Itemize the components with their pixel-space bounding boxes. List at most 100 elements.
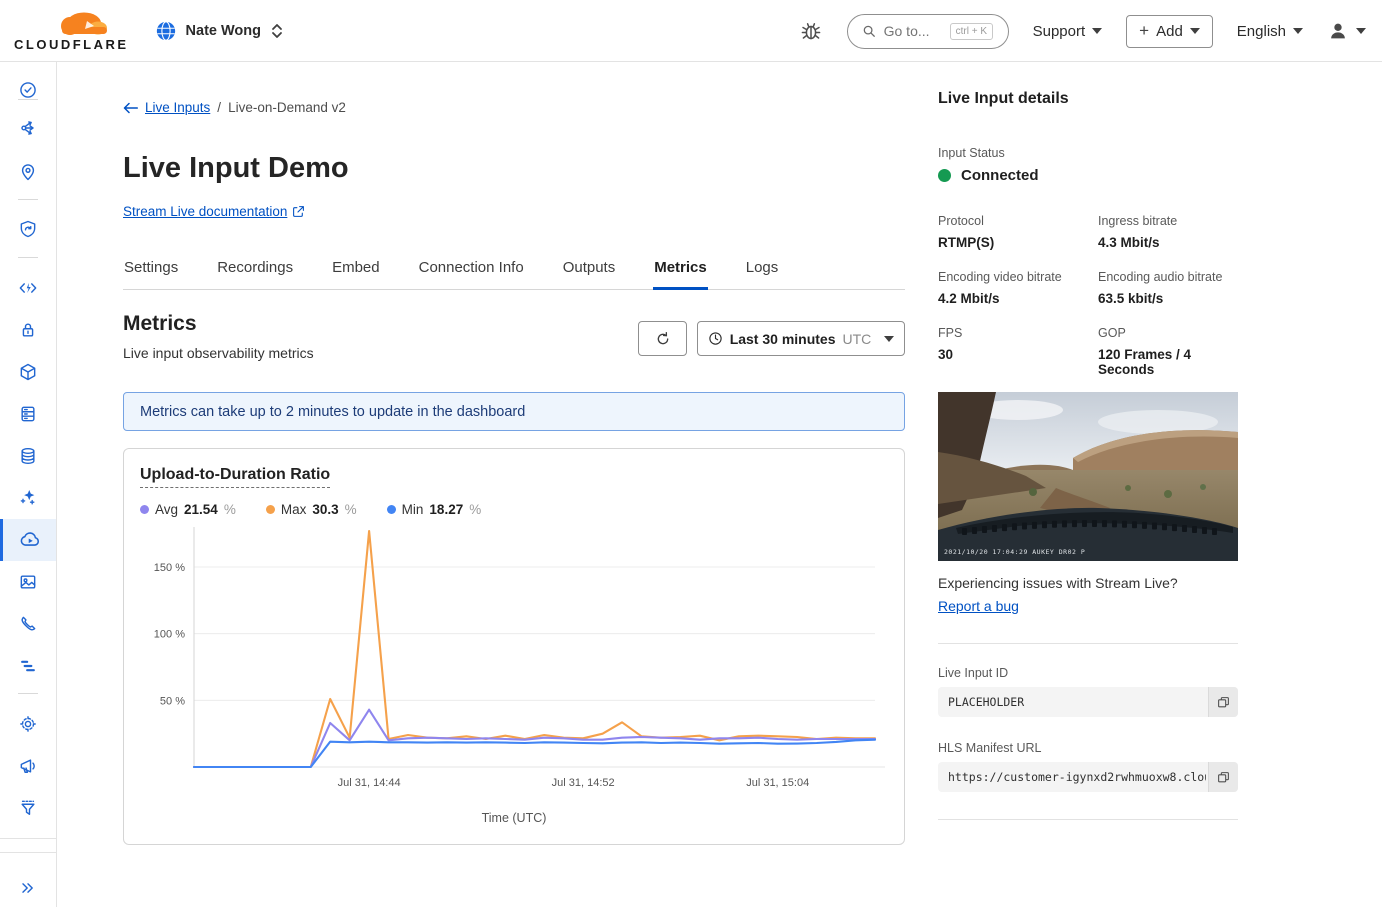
chart-x-axis-label: Time (UTC) — [140, 811, 888, 825]
hls-manifest-label: HLS Manifest URL — [938, 741, 1238, 755]
support-label: Support — [1033, 23, 1086, 40]
sidebar-item-images[interactable] — [0, 561, 56, 603]
legend-dot-max — [266, 505, 275, 514]
info-banner-text: Metrics can take up to 2 minutes to upda… — [140, 404, 525, 420]
search-icon — [862, 24, 876, 38]
sidebar-item-ai[interactable] — [0, 477, 56, 519]
caret-down-icon — [1356, 28, 1366, 34]
sidebar-divider — [18, 99, 38, 100]
documentation-link-row: Stream Live documentation — [123, 204, 305, 219]
detail-cell-protocol: Protocol RTMP(S) — [938, 214, 1098, 250]
tab-connection-info[interactable]: Connection Info — [418, 246, 525, 289]
stream-docs-link[interactable]: Stream Live documentation — [123, 204, 287, 219]
copy-input-id-button[interactable] — [1208, 687, 1238, 717]
add-label: Add — [1156, 23, 1183, 40]
legend-value: 21.54 — [184, 502, 218, 517]
sidebar-footer-divider — [0, 838, 56, 839]
clock-check-icon — [18, 80, 38, 100]
sidebar-item-stream[interactable] — [0, 519, 56, 561]
images-icon — [18, 572, 38, 592]
cube-icon — [18, 362, 38, 382]
tab-logs[interactable]: Logs — [745, 246, 780, 289]
refresh-button[interactable] — [638, 321, 687, 356]
cloudflare-wordmark: CLOUDFLARE — [14, 37, 129, 52]
caret-down-icon — [1190, 28, 1200, 34]
status-dot-icon — [938, 169, 951, 182]
legend-label: Min — [402, 502, 424, 517]
refresh-icon — [655, 331, 671, 347]
legend-suffix: % — [224, 502, 236, 517]
sidebar-item-announce[interactable] — [0, 745, 56, 787]
time-range-dropdown[interactable]: Last 30 minutes UTC — [697, 321, 905, 356]
page-title: Live Input Demo — [123, 152, 349, 185]
sidebar-collapse-toggle[interactable] — [0, 867, 56, 909]
detail-label: Ingress bitrate — [1098, 214, 1238, 228]
copy-icon — [1217, 696, 1230, 709]
sidebar-item-settings[interactable] — [0, 703, 56, 745]
tab-recordings[interactable]: Recordings — [216, 246, 294, 289]
copy-icon — [1217, 771, 1230, 784]
chart-title[interactable]: Upload-to-Duration Ratio — [140, 466, 330, 488]
search-input[interactable] — [884, 23, 942, 39]
detail-label: Encoding audio bitrate — [1098, 270, 1238, 284]
legend-label: Avg — [155, 502, 178, 517]
external-link-icon — [292, 205, 305, 218]
sidebar-item-calls[interactable] — [0, 603, 56, 645]
user-menu[interactable] — [1327, 20, 1366, 42]
global-search[interactable]: ctrl + K — [847, 14, 1009, 49]
clock-icon — [708, 331, 723, 346]
metrics-subheading: Live input observability metrics — [123, 345, 314, 361]
tab-embed[interactable]: Embed — [331, 246, 381, 289]
legend-value: 18.27 — [429, 502, 463, 517]
sidebar-item-shield[interactable] — [0, 208, 56, 250]
code-bolt-icon — [18, 278, 38, 298]
legend-suffix: % — [469, 502, 481, 517]
bug-report-icon[interactable] — [799, 18, 823, 44]
legend-item-min: Min 18.27 % — [387, 502, 482, 517]
cloudflare-logo[interactable]: CLOUDFLARE — [14, 11, 129, 52]
info-banner: Metrics can take up to 2 minutes to upda… — [123, 392, 905, 431]
sidebar-item-funnel[interactable] — [0, 787, 56, 829]
sidebar-item-map-pin[interactable] — [0, 151, 56, 193]
lock-icon — [18, 320, 38, 340]
detail-value: RTMP(S) — [938, 235, 1098, 250]
sidebar-divider — [18, 199, 38, 200]
report-bug-link[interactable]: Report a bug — [938, 598, 1019, 614]
stream-cloud-play-icon — [19, 529, 41, 551]
sidebar-divider — [18, 693, 38, 694]
tab-metrics[interactable]: Metrics — [653, 246, 708, 289]
sidebar-item-database[interactable] — [0, 435, 56, 477]
chart-legend: Avg 21.54 % Max 30.3 % Min 18.27 % — [140, 502, 888, 517]
breadcrumb-back-link[interactable]: Live Inputs — [145, 100, 210, 115]
sidebar-item-clock-check[interactable] — [0, 69, 56, 111]
sidebar-divider — [18, 257, 38, 258]
sidebar-item-workers[interactable] — [0, 267, 56, 309]
support-menu[interactable]: Support — [1033, 23, 1103, 40]
traffic-share-icon — [18, 118, 38, 138]
legend-item-avg: Avg 21.54 % — [140, 502, 236, 517]
input-status-label: Input Status — [938, 146, 1238, 160]
chart-card: Upload-to-Duration Ratio Avg 21.54 % Max… — [123, 448, 905, 845]
svg-text:50 %: 50 % — [160, 695, 185, 707]
tab-outputs[interactable]: Outputs — [562, 246, 617, 289]
megaphone-icon — [18, 756, 38, 776]
copy-hls-url-button[interactable] — [1208, 762, 1238, 792]
server-stack-icon — [18, 404, 38, 424]
detail-value: 4.3 Mbit/s — [1098, 235, 1238, 250]
tab-settings[interactable]: Settings — [123, 246, 179, 289]
sidebar-item-traffic[interactable] — [0, 107, 56, 149]
legend-suffix: % — [345, 502, 357, 517]
language-menu[interactable]: English — [1237, 23, 1303, 40]
map-pin-icon — [18, 162, 38, 182]
detail-value: 120 Frames / 4 Seconds — [1098, 347, 1238, 377]
add-button[interactable]: + Add — [1126, 15, 1213, 48]
sidebar-item-lock[interactable] — [0, 309, 56, 351]
upload-duration-line-chart[interactable]: 50 %100 %150 %Jul 31, 14:44Jul 31, 14:52… — [140, 517, 889, 807]
account-selector[interactable]: Nate Wong — [155, 20, 284, 42]
sidebar-item-server[interactable] — [0, 393, 56, 435]
sidebar-item-r2-cube[interactable] — [0, 351, 56, 393]
sidebar-item-gantt[interactable] — [0, 645, 56, 687]
ai-sparkles-icon — [18, 488, 38, 508]
legend-dot-min — [387, 505, 396, 514]
language-label: English — [1237, 23, 1286, 40]
